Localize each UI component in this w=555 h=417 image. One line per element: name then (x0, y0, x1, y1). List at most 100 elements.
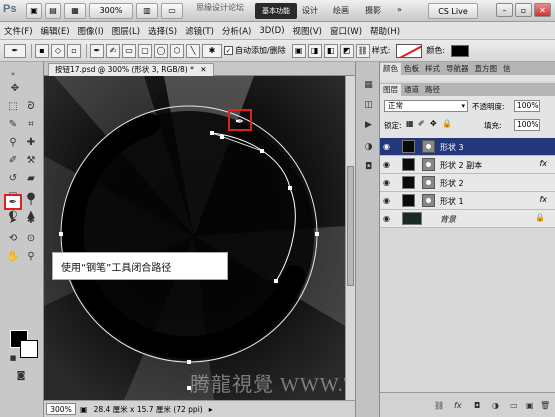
screen-mode-button[interactable]: ▭ (161, 2, 183, 19)
quick-mask-button[interactable]: ◙ (12, 368, 30, 384)
move-tool[interactable]: ✥ (6, 80, 24, 96)
menu-layer[interactable]: 图层(L) (112, 25, 140, 37)
tab-swatches[interactable]: 色板 (401, 63, 422, 75)
eye-icon[interactable]: ◉ (383, 214, 393, 224)
freeform-pen-option[interactable]: ✍ (106, 43, 120, 58)
history-brush-tool[interactable]: ↺ (4, 170, 22, 186)
bridge-button[interactable]: ▣ (26, 2, 42, 19)
intersect-option[interactable]: ◧ (323, 43, 338, 58)
lock-position-icon[interactable]: ✥ (430, 119, 437, 128)
anchor-point[interactable] (220, 135, 224, 139)
workspace-essentials[interactable]: 基本功能 (255, 3, 297, 19)
default-colors-icon[interactable]: ■ (4, 350, 22, 366)
color-swatch[interactable] (451, 44, 470, 57)
hand-tool[interactable]: ✋ (4, 248, 22, 264)
status-info-icon[interactable]: ▣ (80, 405, 88, 414)
workspace-more-button[interactable]: » (397, 5, 402, 14)
adjustments-icon[interactable]: ◑ (361, 140, 376, 154)
vertical-scrollbar[interactable] (345, 76, 355, 400)
combine-option[interactable]: ▣ (291, 43, 306, 58)
eye-icon[interactable]: ◉ (383, 142, 393, 152)
workspace-painting[interactable]: 绘画 (333, 5, 349, 16)
custom-shape-option[interactable]: ✱ (202, 43, 222, 58)
actions-icon[interactable]: ▶ (361, 118, 376, 132)
link-layers-icon[interactable]: ⛓ (434, 401, 444, 410)
menu-help[interactable]: 帮助(H) (370, 25, 400, 37)
style-picker[interactable] (396, 43, 423, 58)
history-icon[interactable]: ◫ (361, 98, 376, 112)
cs-live-button[interactable]: CS Live (428, 3, 478, 19)
tab-styles[interactable]: 样式 (422, 63, 443, 75)
layer-row[interactable]: ◉ 形状 2 (380, 174, 555, 192)
subtract-option[interactable]: ◨ (307, 43, 322, 58)
anchor-point[interactable] (315, 232, 319, 236)
layer-row[interactable]: ◉ 形状 3 (380, 138, 555, 156)
eraser-tool[interactable]: ▰ (22, 170, 40, 186)
tab-channels[interactable]: 通道 (401, 84, 422, 96)
exclude-option[interactable]: ◩ (339, 43, 354, 58)
menu-analysis[interactable]: 分析(A) (222, 25, 251, 37)
eyedropper-tool[interactable]: ⚲ (4, 134, 22, 150)
menu-edit[interactable]: 编辑(E) (41, 25, 70, 37)
tab-info[interactable]: 信 (500, 63, 514, 75)
status-zoom-field[interactable]: 300% (46, 403, 76, 415)
zoom-level-select[interactable]: 300% (89, 2, 133, 19)
restore-button[interactable]: ▫ (515, 3, 532, 17)
minimize-button[interactable]: – (496, 3, 513, 17)
close-tab-icon[interactable]: ✕ (200, 65, 206, 74)
document-canvas[interactable]: ✒ (44, 76, 345, 400)
new-layer-icon[interactable]: ▣ (526, 401, 534, 410)
document-tab[interactable]: 按钮17.psd @ 300% (形状 3, RGB/8) * ✕ (48, 63, 214, 76)
polygon-option[interactable]: ⬡ (170, 43, 184, 58)
clone-stamp-tool[interactable]: ⚒ (22, 152, 40, 168)
add-style-icon[interactable]: fx (454, 401, 462, 410)
background-color[interactable] (20, 340, 38, 358)
add-mask-icon[interactable]: ◘ (474, 401, 480, 410)
anchor-point[interactable] (274, 279, 278, 283)
layer-effects-icon[interactable]: fx (539, 195, 547, 204)
menu-image[interactable]: 图像(I) (78, 25, 104, 37)
line-option[interactable]: ╲ (186, 43, 200, 58)
mini-bridge-icon[interactable]: ▦ (361, 78, 376, 92)
3d-camera-tool[interactable]: ⊙ (22, 230, 40, 246)
tab-color[interactable]: 颜色 (380, 63, 401, 75)
eye-icon[interactable]: ◉ (383, 160, 393, 170)
fill-field[interactable]: 100% (514, 119, 540, 131)
auto-add-delete-checkbox[interactable]: ✓ (224, 46, 233, 55)
masks-icon[interactable]: ◘ (361, 160, 376, 174)
brush-tool[interactable]: ✐ (4, 152, 22, 168)
rectangle-option[interactable]: ▭ (122, 43, 136, 58)
workspace-photography[interactable]: 摄影 (365, 5, 381, 16)
crop-tool[interactable]: ⌗ (22, 116, 40, 132)
layer-row[interactable]: ◉ 形状 1 fx (380, 192, 555, 210)
anchor-point[interactable] (288, 186, 292, 190)
pen-tool[interactable]: ✒ (4, 194, 22, 210)
delete-layer-icon[interactable]: 🗑 (540, 401, 550, 410)
lock-pixels-icon[interactable]: ✐ (418, 119, 425, 128)
link-layer-option[interactable]: ⛓ (355, 43, 370, 58)
tab-paths[interactable]: 路径 (422, 84, 443, 96)
menu-select[interactable]: 选择(S) (148, 25, 177, 37)
lasso-tool[interactable]: ᘐ (22, 98, 40, 114)
rounded-rectangle-option[interactable]: ▢ (138, 43, 152, 58)
minibridge-button[interactable]: ▤ (45, 2, 61, 19)
menu-3d[interactable]: 3D(D) (259, 26, 284, 36)
arrange-documents-button[interactable]: ▥ (136, 2, 158, 19)
menu-filter[interactable]: 滤镜(T) (185, 25, 214, 37)
ellipse-option[interactable]: ◯ (154, 43, 168, 58)
tool-preset-picker[interactable]: ✒ (4, 43, 26, 58)
opacity-field[interactable]: 100% (514, 100, 540, 112)
anchor-point[interactable] (210, 131, 214, 135)
tab-navigator[interactable]: 导航器 (443, 63, 472, 75)
zoom-tool[interactable]: ⚲ (22, 248, 40, 264)
layer-row[interactable]: ◉ 形状 2 副本 fx (380, 156, 555, 174)
layer-row[interactable]: ◉ 背景 🔒 (380, 210, 555, 228)
new-group-icon[interactable]: ▭ (510, 401, 518, 410)
marquee-tool[interactable]: ⬚ (4, 98, 22, 114)
custom-shape-tool[interactable]: ✱ (22, 212, 40, 228)
path-selection-tool[interactable]: ➤ (4, 212, 22, 228)
paths-mode[interactable]: ◇ (51, 43, 65, 58)
lock-transparency-icon[interactable]: ▦ (406, 119, 414, 128)
eye-icon[interactable]: ◉ (383, 196, 393, 206)
fill-pixels-mode[interactable]: ▫ (67, 43, 81, 58)
